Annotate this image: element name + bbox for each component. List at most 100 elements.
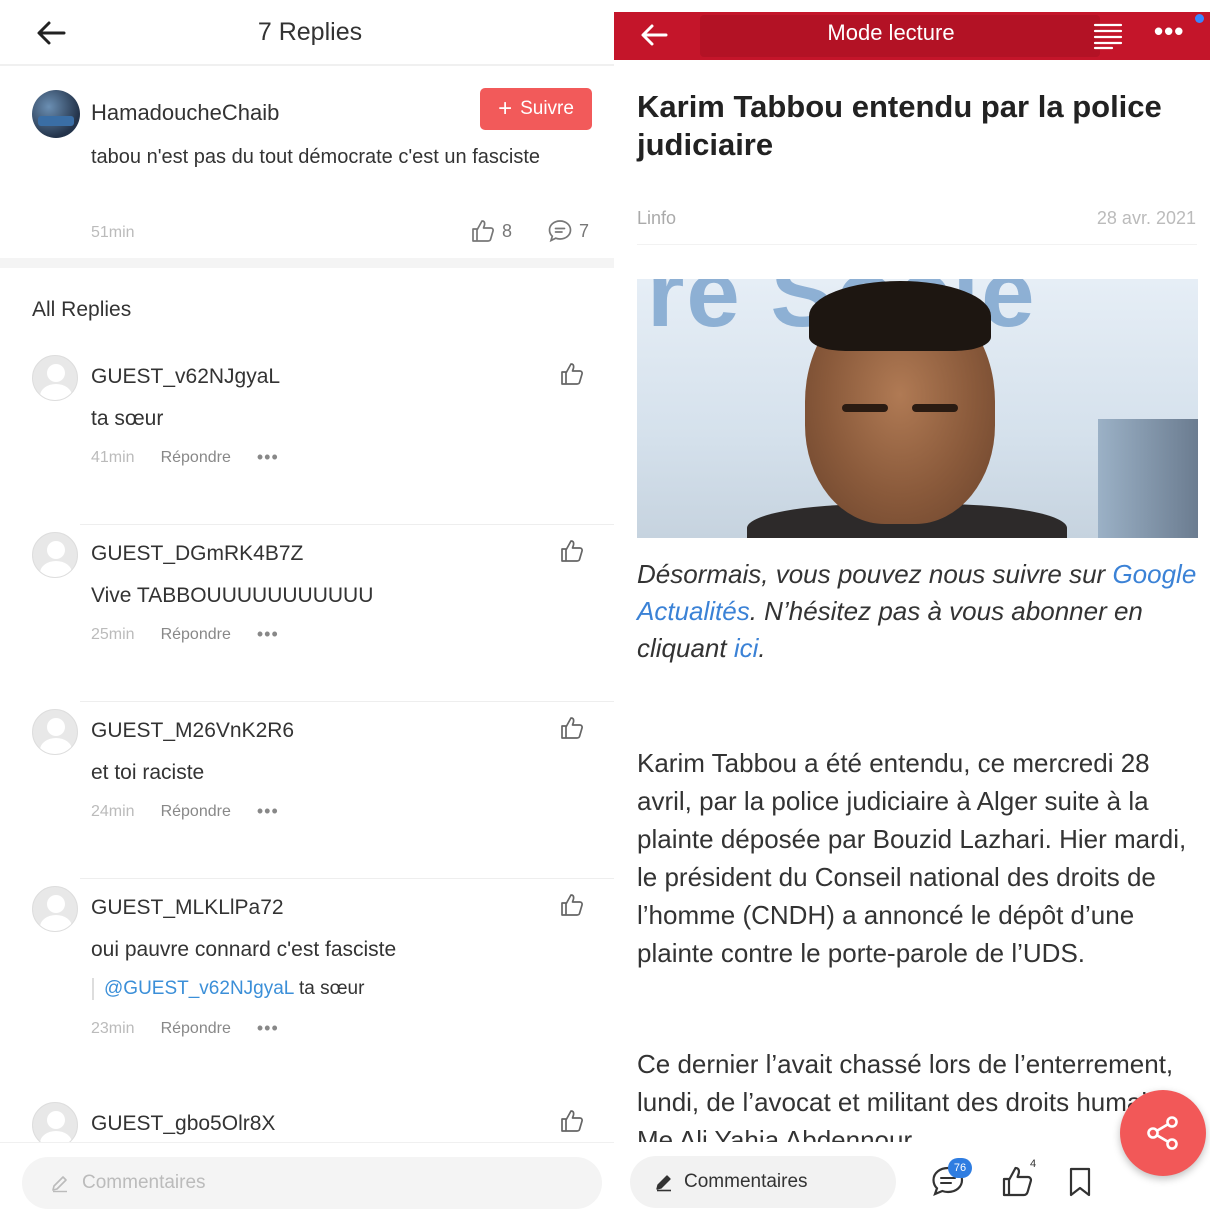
comment-count: 7 <box>579 220 590 241</box>
username[interactable]: GUEST_gbo5Olr8X <box>91 1112 275 1136</box>
divider <box>637 244 1197 245</box>
thumbs-up-icon[interactable] <box>559 892 585 918</box>
timestamp: 25min <box>91 625 135 643</box>
username[interactable]: GUEST_MLKLlPa72 <box>91 896 284 920</box>
article-paragraph: Ce dernier l’avait chassé lors de l’ente… <box>637 1049 1182 1142</box>
article-toolbar: Mode lecture ••• <box>614 12 1210 60</box>
username[interactable]: HamadoucheChaib <box>91 100 279 126</box>
timestamp: 24min <box>91 802 135 820</box>
pencil-icon <box>656 1175 671 1192</box>
follow-label: Suivre <box>520 98 574 119</box>
list-item: GUEST_MLKLlPa72 oui pauvre connard c'est… <box>0 886 614 1076</box>
comment-bubble-icon <box>548 220 572 243</box>
thumbs-up-icon[interactable] <box>559 1108 585 1134</box>
reply-button[interactable]: Répondre <box>161 626 231 644</box>
replies-panel: 7 Replies HamadoucheChaib + Suivre tabou… <box>0 0 614 1212</box>
username[interactable]: GUEST_M26VnK2R6 <box>91 719 294 743</box>
comment-label: Commentaires <box>684 1171 808 1192</box>
reply-button[interactable]: Répondre <box>161 803 231 821</box>
avatar-placeholder-icon[interactable] <box>32 709 78 755</box>
article-photo[interactable]: re Socie <box>637 279 1198 538</box>
pencil-icon <box>52 1176 67 1193</box>
comment-placeholder: Commentaires <box>82 1172 206 1193</box>
list-item: GUEST_DGmRK4B7Z Vive TABBOUUUUUUUUUUU 25… <box>0 532 614 702</box>
article-date: 28 avr. 2021 <box>1096 208 1196 228</box>
like-count: 4 <box>1030 1158 1037 1170</box>
divider <box>80 524 614 525</box>
thumbs-up-icon[interactable] <box>559 715 585 741</box>
comments-button[interactable]: 7 <box>547 218 589 244</box>
avatar[interactable] <box>32 90 80 138</box>
reply-meta: 41min Répondre ••• <box>91 447 279 468</box>
comment-count-badge: 76 <box>948 1158 972 1178</box>
reply-text: oui pauvre connard c'est fasciste <box>91 938 397 961</box>
quoted-text: ta sœur <box>298 978 365 999</box>
reader-mode-label[interactable]: Mode lecture <box>774 20 1008 46</box>
caption-text: Désormais, vous pouvez nous suivre sur <box>637 559 1113 589</box>
photo-brow <box>842 404 888 412</box>
list-item: GUEST_M26VnK2R6 et toi raciste 24min Rép… <box>0 709 614 879</box>
article-headline: Karim Tabbou entendu par la police judic… <box>637 89 1162 162</box>
reader-mode-icon[interactable] <box>1092 20 1124 52</box>
comment-text: tabou n'est pas du tout démocrate c'est … <box>91 146 541 168</box>
timestamp: 51min <box>91 224 135 241</box>
page-title: 7 Replies <box>257 18 363 46</box>
comment-input[interactable]: Commentaires <box>22 1157 602 1209</box>
replies-header: 7 Replies <box>0 0 614 66</box>
timestamp: 23min <box>91 1019 135 1037</box>
divider <box>80 878 614 879</box>
like-button[interactable]: 8 <box>470 218 512 244</box>
all-replies-heading: All Replies <box>32 298 132 321</box>
avatar-placeholder-icon[interactable] <box>32 355 78 401</box>
avatar-placeholder-icon[interactable] <box>32 1102 78 1142</box>
reply-text: et toi raciste <box>91 761 205 784</box>
photo-background <box>1098 419 1198 538</box>
original-comment: HamadoucheChaib + Suivre tabou n'est pas… <box>0 68 614 268</box>
article-caption: Désormais, vous pouvez nous suivre sur G… <box>637 556 1197 667</box>
reply-text: Vive TABBOUUUUUUUUUUU <box>91 584 374 607</box>
article-panel: Mode lecture ••• Karim Tabbou entendu pa… <box>614 0 1210 1212</box>
article-action-bar: Commentaires 76 4 <box>614 1090 1210 1212</box>
reply-button[interactable]: Répondre <box>161 449 231 467</box>
comment-input[interactable]: Commentaires <box>630 1156 896 1208</box>
divider <box>80 701 614 702</box>
article-paragraph: Karim Tabbou a été entendu, ce mercredi … <box>637 748 1187 968</box>
list-item: GUEST_v62NJgyaL ta sœur 41min Répondre •… <box>0 355 614 525</box>
more-dots-icon[interactable]: ••• <box>257 624 279 645</box>
thumbs-up-icon[interactable] <box>559 538 585 564</box>
username[interactable]: GUEST_DGmRK4B7Z <box>91 542 303 566</box>
plus-icon: + <box>498 95 513 122</box>
quoted-reply: @GUEST_v62NJgyaL ta sœur <box>92 978 364 1000</box>
reply-meta: 25min Répondre ••• <box>91 624 279 645</box>
like-count: 8 <box>502 220 513 241</box>
avatar-placeholder-icon[interactable] <box>32 886 78 932</box>
article-source[interactable]: Linfo <box>637 208 676 229</box>
back-arrow-icon[interactable] <box>638 18 672 52</box>
reply-text: ta sœur <box>91 407 164 430</box>
bookmark-icon[interactable] <box>1066 1166 1094 1198</box>
photo-brow <box>912 404 958 412</box>
reply-button[interactable]: Répondre <box>161 1020 231 1038</box>
more-dots-icon[interactable]: ••• <box>257 447 279 468</box>
notification-dot <box>1195 14 1204 23</box>
share-icon <box>1147 1116 1178 1150</box>
mention-link[interactable]: @GUEST_v62NJgyaL <box>104 978 294 999</box>
list-item: GUEST_gbo5Olr8X <box>0 1102 614 1142</box>
subscribe-link[interactable]: ici <box>734 633 759 663</box>
more-dots-icon[interactable]: ••• <box>257 1018 279 1039</box>
share-button[interactable] <box>1120 1090 1206 1176</box>
reply-meta: 24min Répondre ••• <box>91 801 279 822</box>
more-dots-icon[interactable]: ••• <box>257 801 279 822</box>
username[interactable]: GUEST_v62NJgyaL <box>91 365 280 389</box>
thumbs-up-icon[interactable] <box>1000 1164 1034 1198</box>
photo-hair <box>809 281 991 351</box>
caption-text: . <box>758 633 766 663</box>
more-dots-icon[interactable]: ••• <box>1154 16 1184 47</box>
thumbs-up-icon <box>472 220 494 242</box>
avatar-placeholder-icon[interactable] <box>32 532 78 578</box>
reply-meta: 23min Répondre ••• <box>91 1018 279 1039</box>
follow-button[interactable]: + Suivre <box>480 88 592 130</box>
thumbs-up-icon[interactable] <box>559 361 585 387</box>
timestamp: 41min <box>91 448 135 466</box>
comment-bar: Commentaires <box>0 1142 614 1212</box>
